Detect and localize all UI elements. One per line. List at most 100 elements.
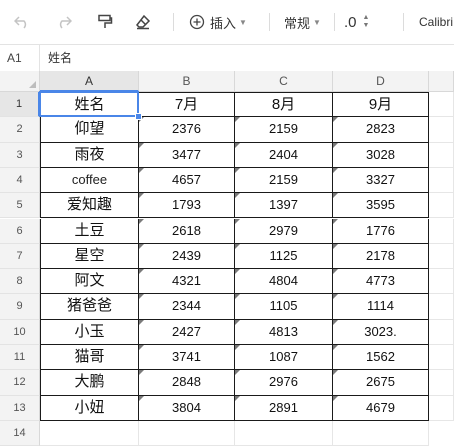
decimal-places-control[interactable]: .0 ▲ ▼ — [344, 10, 378, 34]
name-cell[interactable]: 猫哥 — [40, 345, 139, 371]
name-cell[interactable]: 小玉 — [40, 319, 139, 345]
name-cell[interactable]: 仰望 — [40, 117, 139, 143]
number-cell[interactable]: 1125 — [235, 243, 333, 270]
empty-cell[interactable] — [429, 117, 454, 143]
number-cell[interactable]: 2976 — [235, 370, 333, 396]
number-cell[interactable]: 3327 — [333, 167, 429, 194]
insert-button[interactable]: 插入 ▼ — [189, 10, 253, 34]
empty-cell[interactable] — [429, 92, 454, 118]
name-cell[interactable]: 土豆 — [40, 218, 139, 244]
number-cell[interactable]: 4657 — [139, 167, 235, 194]
number-cell[interactable]: 3595 — [333, 193, 429, 219]
redo-button[interactable] — [52, 10, 76, 34]
number-cell[interactable]: 1793 — [139, 193, 235, 219]
row-header-14[interactable]: 14 — [0, 420, 40, 446]
select-all-corner[interactable] — [0, 71, 40, 92]
row-header-5[interactable]: 5 — [0, 193, 40, 219]
number-cell[interactable]: 2979 — [235, 218, 333, 244]
table-header-cell[interactable]: 9月 — [333, 92, 429, 118]
row-header-9[interactable]: 9 — [0, 294, 40, 320]
row-header-4[interactable]: 4 — [0, 167, 40, 194]
empty-cell[interactable] — [429, 294, 454, 320]
number-cell[interactable]: 2848 — [139, 370, 235, 396]
empty-cell[interactable] — [235, 420, 333, 446]
formula-input[interactable]: 姓名 — [48, 45, 72, 71]
number-cell[interactable]: 4773 — [333, 269, 429, 295]
number-cell[interactable]: 3023. — [333, 319, 429, 345]
column-header-b[interactable]: B — [139, 71, 235, 92]
number-cell[interactable]: 2439 — [139, 243, 235, 270]
empty-cell[interactable] — [429, 395, 454, 421]
empty-cell[interactable] — [429, 370, 454, 396]
empty-cell[interactable] — [429, 193, 454, 219]
number-cell[interactable]: 1562 — [333, 345, 429, 371]
number-cell[interactable]: 2427 — [139, 319, 235, 345]
name-cell[interactable]: 阿文 — [40, 269, 139, 295]
format-painter-button[interactable] — [93, 10, 117, 34]
empty-cell[interactable] — [429, 319, 454, 345]
row-header-11[interactable]: 11 — [0, 345, 40, 371]
number-cell[interactable]: 2178 — [333, 243, 429, 270]
empty-cell[interactable] — [429, 243, 454, 270]
name-cell[interactable]: 小妞 — [40, 395, 139, 421]
number-cell[interactable]: 1114 — [333, 294, 429, 320]
number-cell[interactable]: 2376 — [139, 117, 235, 143]
empty-cell[interactable] — [429, 142, 454, 168]
row-header-7[interactable]: 7 — [0, 243, 40, 270]
number-cell[interactable]: 1087 — [235, 345, 333, 371]
spreadsheet-grid[interactable]: A B C D 1 2 3 4 5 6 7 8 9 10 11 12 13 14 姓名 7月 8月 9月 仰望 2376 215… — [0, 71, 454, 446]
name-box[interactable]: A1 — [0, 45, 40, 71]
number-cell[interactable]: 2891 — [235, 395, 333, 421]
column-header-d[interactable]: D — [333, 71, 429, 92]
number-cell[interactable]: 2159 — [235, 117, 333, 143]
number-format-dropdown[interactable]: 常规 ▼ — [284, 10, 328, 34]
number-cell[interactable]: 2618 — [139, 218, 235, 244]
row-header-10[interactable]: 10 — [0, 319, 40, 345]
row-header-2[interactable]: 2 — [0, 117, 40, 143]
fill-handle[interactable] — [135, 113, 142, 121]
number-cell[interactable]: 2159 — [235, 167, 333, 194]
row-header-1[interactable]: 1 — [0, 92, 40, 118]
empty-cell[interactable] — [429, 345, 454, 371]
number-cell[interactable]: 4804 — [235, 269, 333, 295]
empty-cell[interactable] — [429, 218, 454, 244]
row-header-13[interactable]: 13 — [0, 395, 40, 421]
number-cell[interactable]: 1105 — [235, 294, 333, 320]
row-header-3[interactable]: 3 — [0, 142, 40, 168]
empty-cell[interactable] — [333, 420, 429, 446]
table-header-cell[interactable]: 8月 — [235, 92, 333, 118]
column-header-c[interactable]: C — [235, 71, 333, 92]
number-cell[interactable]: 1776 — [333, 218, 429, 244]
table-header-cell[interactable]: 7月 — [139, 92, 235, 118]
name-cell[interactable]: 猪爸爸 — [40, 294, 139, 320]
number-cell[interactable]: 3477 — [139, 142, 235, 168]
name-cell[interactable]: 爱知趣 — [40, 193, 139, 219]
table-header-cell[interactable]: 姓名 — [40, 92, 139, 118]
empty-cell[interactable] — [429, 167, 454, 194]
row-header-6[interactable]: 6 — [0, 218, 40, 244]
name-cell[interactable]: 大鹏 — [40, 370, 139, 396]
number-cell[interactable]: 4679 — [333, 395, 429, 421]
empty-cell[interactable] — [40, 420, 139, 446]
row-header-12[interactable]: 12 — [0, 370, 40, 396]
number-cell[interactable]: 2823 — [333, 117, 429, 143]
row-header-8[interactable]: 8 — [0, 269, 40, 295]
number-cell[interactable]: 1397 — [235, 193, 333, 219]
column-header-a[interactable]: A — [40, 71, 139, 92]
number-cell[interactable]: 2675 — [333, 370, 429, 396]
number-cell[interactable]: 4321 — [139, 269, 235, 295]
clear-format-button[interactable] — [131, 10, 155, 34]
empty-cell[interactable] — [429, 269, 454, 295]
name-cell[interactable]: 星空 — [40, 243, 139, 270]
number-cell[interactable]: 2344 — [139, 294, 235, 320]
font-family-dropdown[interactable]: Calibri — [419, 10, 454, 34]
undo-button[interactable] — [10, 10, 34, 34]
name-cell[interactable]: 雨夜 — [40, 142, 139, 168]
empty-cell[interactable] — [139, 420, 235, 446]
number-cell[interactable]: 2404 — [235, 142, 333, 168]
number-cell[interactable]: 4813 — [235, 319, 333, 345]
number-cell[interactable]: 3741 — [139, 345, 235, 371]
column-header-e[interactable] — [429, 71, 454, 92]
name-cell[interactable]: coffee — [40, 167, 139, 194]
number-cell[interactable]: 3028 — [333, 142, 429, 168]
